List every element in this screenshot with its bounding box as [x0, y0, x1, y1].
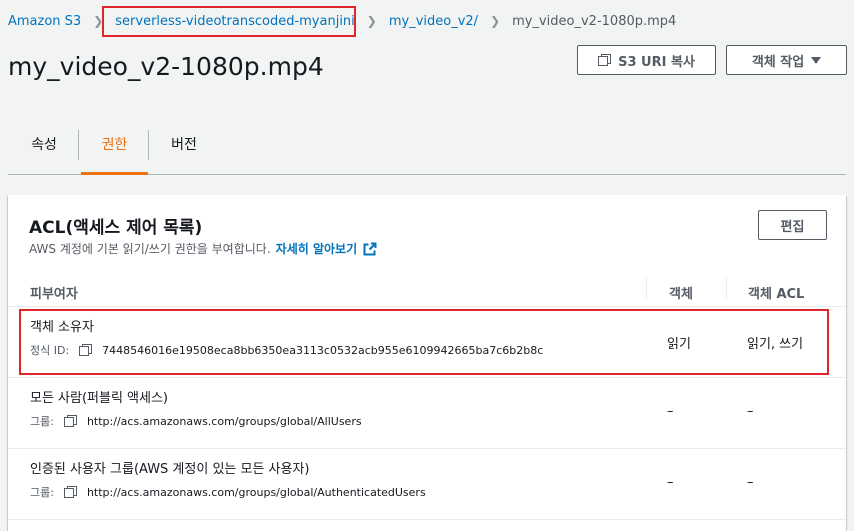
grantee-id-label: 그룹:: [30, 486, 54, 499]
page-title: my_video_v2-1080p.mp4: [8, 52, 324, 81]
column-header-object-acl: 객체 ACL: [748, 287, 805, 302]
grantee-id: 그룹: http://acs.amazonaws.com/groups/glob…: [30, 413, 362, 429]
table-row-authenticated-users: 인증된 사용자 그룹(AWS 계정이 있는 모든 사용자) 그룹: http:/…: [8, 449, 846, 520]
learn-more-link[interactable]: 자세히 알아보기: [276, 240, 357, 257]
grantee-name: 모든 사람(퍼블릭 액세스): [30, 391, 169, 406]
copy-icon[interactable]: [63, 486, 77, 498]
column-header-object: 객체: [669, 287, 693, 302]
caret-down-icon: [811, 56, 822, 64]
tab-bar: 속성 권한 버전: [8, 130, 846, 175]
acl-description-text: AWS 계정에 기본 읽기/쓰기 권한을 부여합니다.: [29, 242, 271, 256]
grantee-id: 그룹: http://acs.amazonaws.com/groups/glob…: [30, 484, 426, 500]
column-divider: [646, 278, 647, 298]
breadcrumb-current-object: my_video_v2-1080p.mp4: [512, 13, 677, 29]
object-permission: –: [667, 404, 674, 419]
acl-description: AWS 계정에 기본 읽기/쓰기 권한을 부여합니다. 자세히 알아보기: [29, 240, 377, 257]
acl-panel: ACL(액세스 제어 목록) AWS 계정에 기본 읽기/쓰기 권한을 부여합니…: [8, 195, 846, 531]
edit-acl-button[interactable]: 편집: [758, 210, 827, 240]
breadcrumb-amazon-s3[interactable]: Amazon S3: [8, 14, 81, 29]
object-actions-label: 객체 작업: [751, 54, 805, 70]
copy-icon: [598, 54, 612, 66]
acl-title: ACL(액세스 제어 목록): [29, 218, 203, 238]
object-actions-button[interactable]: 객체 작업: [726, 45, 847, 75]
grantee-id-value: 7448546016e19508eca8bb6350ea3113c0532acb…: [102, 343, 544, 357]
chevron-right-icon: ❯: [366, 14, 377, 28]
grantee-id-value: http://acs.amazonaws.com/groups/global/A…: [86, 414, 362, 428]
external-link-icon[interactable]: [363, 242, 377, 256]
copy-icon[interactable]: [63, 415, 77, 427]
object-acl-permission: –: [747, 475, 754, 490]
copy-s3-uri-label: S3 URI 복사: [618, 54, 695, 70]
copy-s3-uri-button[interactable]: S3 URI 복사: [577, 45, 716, 75]
tab-permissions[interactable]: 권한: [81, 130, 148, 175]
grantee-id-label: 정식 ID:: [30, 344, 70, 357]
object-permission: 읽기: [667, 337, 691, 352]
breadcrumb-bucket[interactable]: serverless-videotranscoded-myanjini: [102, 5, 356, 37]
grantee-id: 정식 ID: 7448546016e19508eca8bb6350ea3113c…: [30, 342, 543, 358]
table-row-everyone: 모든 사람(퍼블릭 액세스) 그룹: http://acs.amazonaws.…: [8, 378, 846, 449]
tab-versions[interactable]: 버전: [164, 130, 204, 174]
table-row-object-owner: 객체 소유자 정식 ID: 7448546016e19508eca8bb6350…: [8, 307, 846, 378]
grantee-name: 인증된 사용자 그룹(AWS 계정이 있는 모든 사용자): [30, 462, 310, 477]
breadcrumb-folder[interactable]: my_video_v2/: [389, 14, 478, 29]
copy-icon[interactable]: [79, 344, 93, 356]
table-header: 피부여자 객체 객체 ACL: [8, 276, 846, 307]
breadcrumb: Amazon S3 ❯ serverless-videotranscoded-m…: [8, 5, 677, 37]
tab-divider: [78, 130, 79, 160]
acl-table: 피부여자 객체 객체 ACL 객체 소유자 정식 ID: 7448546016e…: [8, 276, 846, 520]
column-header-grantee: 피부여자: [30, 287, 78, 302]
grantee-id-label: 그룹:: [30, 415, 54, 428]
object-acl-permission: 읽기, 쓰기: [747, 337, 804, 352]
grantee-name: 객체 소유자: [30, 320, 94, 335]
object-acl-permission: –: [747, 404, 754, 419]
object-permission: –: [667, 475, 674, 490]
column-divider: [726, 278, 727, 298]
tab-properties[interactable]: 속성: [24, 130, 64, 174]
tab-divider: [148, 130, 149, 160]
grantee-id-value: http://acs.amazonaws.com/groups/global/A…: [86, 485, 426, 499]
chevron-right-icon: ❯: [490, 14, 501, 28]
